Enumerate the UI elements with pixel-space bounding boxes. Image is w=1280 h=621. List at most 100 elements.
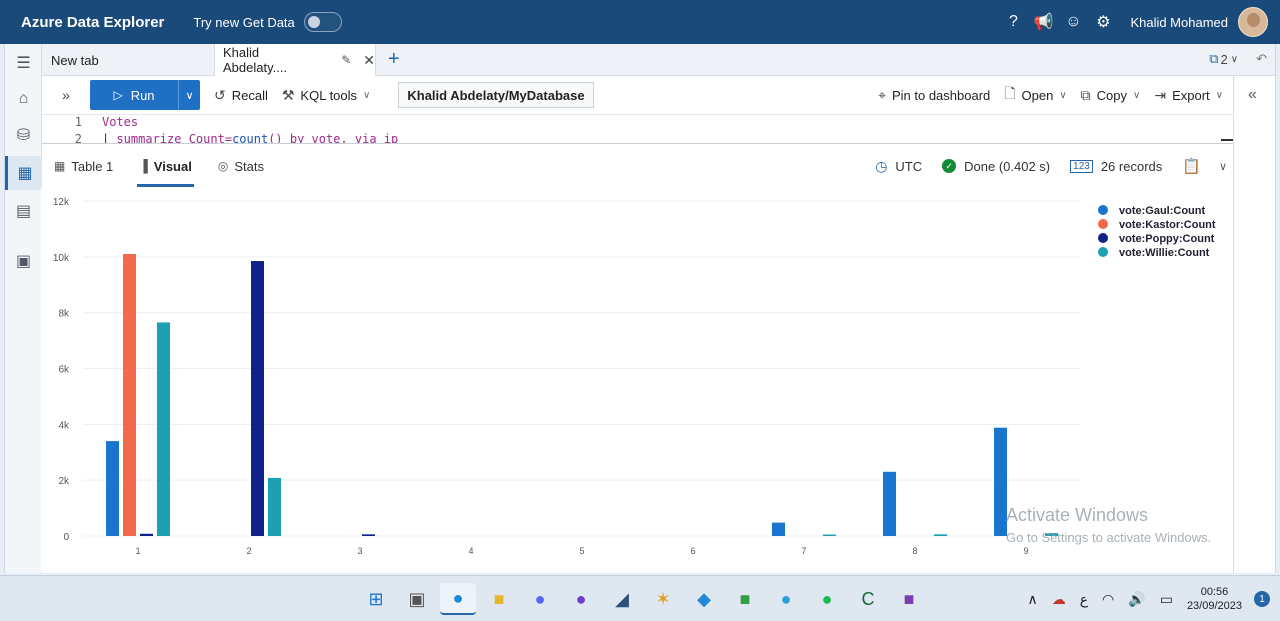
legend-label: vote:Poppy:Count bbox=[1119, 233, 1215, 245]
results-status: ◷ UTC ✓ Done (0.402 s) 123 26 records 📋 … bbox=[855, 145, 1227, 187]
open-button[interactable]: 🗋 Open ∨ bbox=[1004, 83, 1066, 107]
try-new-get-data-toggle[interactable] bbox=[303, 12, 342, 32]
tab-stats-label: Stats bbox=[234, 158, 264, 174]
add-tab-plus-icon[interactable]: + bbox=[388, 48, 400, 71]
github-icon[interactable]: ● bbox=[563, 583, 599, 615]
tab-stats[interactable]: ◎ Stats bbox=[218, 145, 264, 187]
tab-visual-label: Visual bbox=[153, 158, 192, 174]
x-tick-label: 8 bbox=[912, 546, 917, 556]
run-button[interactable]: ▷ Run bbox=[90, 80, 178, 110]
collapse-panel-icon[interactable]: « bbox=[1248, 86, 1257, 104]
windows-start-icon[interactable]: ⊞ bbox=[358, 583, 394, 615]
left-nav-rail: ☰ ⌂ ⛁ ▦ ▤ ▣ bbox=[5, 44, 42, 573]
timezone-selector[interactable]: ◷ UTC bbox=[875, 158, 922, 175]
undo-icon[interactable]: ↶ bbox=[1256, 51, 1267, 67]
collapse-results-button[interactable]: ∨ bbox=[1219, 160, 1227, 173]
y-tick-label: 10k bbox=[53, 253, 70, 264]
recall-button[interactable]: ↺ Recall bbox=[214, 87, 268, 104]
y-tick-label: 12k bbox=[53, 197, 70, 208]
camtasia-icon[interactable]: C bbox=[850, 583, 886, 615]
code-assign: Count= bbox=[181, 132, 233, 144]
help-icon[interactable]: ? bbox=[998, 13, 1028, 31]
chevron-double-down-icon: ∨ bbox=[1218, 160, 1227, 173]
announcement-icon[interactable]: 📢 bbox=[1028, 12, 1058, 32]
system-clock[interactable]: 00:56 23/09/2023 bbox=[1187, 585, 1242, 613]
vscode-icon[interactable]: ◆ bbox=[686, 583, 722, 615]
hamburger-menu-icon[interactable]: ☰ bbox=[5, 46, 42, 80]
feedback-icon[interactable]: ☺ bbox=[1058, 13, 1088, 31]
dashboards-icon[interactable]: ▤ bbox=[5, 194, 42, 228]
chevron-down-icon: ∨ bbox=[1059, 89, 1067, 101]
bar bbox=[268, 477, 281, 536]
editor-scrollbar[interactable] bbox=[1221, 139, 1233, 141]
spotify-icon[interactable]: ● bbox=[809, 583, 845, 615]
sql-tool-icon[interactable]: ◢ bbox=[604, 583, 640, 615]
y-tick-label: 8k bbox=[58, 309, 70, 320]
home-icon[interactable]: ⌂ bbox=[5, 82, 42, 116]
settings-gear-icon[interactable]: ⚙ bbox=[1088, 12, 1118, 32]
watermark-subtitle: Go to Settings to activate Windows. bbox=[1006, 530, 1212, 545]
x-tick-label: 7 bbox=[801, 546, 806, 556]
task-view-icon[interactable]: ▣ bbox=[399, 583, 435, 615]
stats-icon: ◎ bbox=[217, 159, 229, 173]
kql-tools-label: KQL tools bbox=[300, 87, 358, 103]
discord-icon[interactable]: ● bbox=[522, 583, 558, 615]
input-language[interactable]: ع bbox=[1080, 591, 1088, 608]
legend-marker bbox=[1098, 205, 1108, 215]
kql-tools-button[interactable]: ⚒ KQL tools ∨ bbox=[282, 87, 371, 104]
tab-copies-icon[interactable]: ⧉ bbox=[1209, 51, 1218, 67]
x-tick-label: 1 bbox=[135, 546, 140, 556]
tab-table-1[interactable]: ▦ Table 1 bbox=[54, 145, 113, 187]
visual-studio-icon[interactable]: ■ bbox=[891, 583, 927, 615]
chevron-up-icon[interactable]: ∧ bbox=[1027, 591, 1037, 608]
run-dropdown-button[interactable]: ∨ bbox=[178, 80, 200, 110]
query-editor[interactable]: 1 Votes 2 | summarize Count=count() by v… bbox=[42, 114, 1233, 144]
legend-label: vote:Kastor:Count bbox=[1119, 219, 1216, 231]
wifi-icon[interactable]: ◠ bbox=[1102, 591, 1114, 608]
paint-tool-icon[interactable]: ✶ bbox=[645, 583, 681, 615]
notification-badge[interactable]: 1 bbox=[1254, 591, 1270, 607]
vpn-status-icon[interactable]: ☁ bbox=[1052, 591, 1066, 608]
export-label: Export bbox=[1172, 87, 1210, 103]
tab-copies-count[interactable]: 2 bbox=[1221, 52, 1228, 67]
telegram-icon[interactable]: ● bbox=[768, 583, 804, 615]
database-selector[interactable]: Khalid Abdelaty/MyDatabase bbox=[398, 82, 594, 108]
export-button[interactable]: ⇥ Export ∨ bbox=[1154, 87, 1223, 104]
editor-line-2: 2 | summarize Count=count() by vote, via… bbox=[42, 132, 398, 144]
close-tab-icon[interactable]: ✕ bbox=[363, 52, 375, 69]
my-cluster-icon[interactable]: ▣ bbox=[5, 244, 42, 278]
x-tick-label: 4 bbox=[468, 546, 473, 556]
records-count: 123 26 records bbox=[1070, 159, 1162, 174]
user-name[interactable]: Khalid Mohamed bbox=[1130, 15, 1228, 30]
volume-icon[interactable]: 🔊 bbox=[1128, 591, 1145, 608]
chevron-down-icon[interactable]: ∨ bbox=[1231, 54, 1238, 65]
legend-label: vote:Gaul:Count bbox=[1119, 205, 1205, 217]
user-avatar[interactable] bbox=[1238, 7, 1268, 37]
expand-icon[interactable]: » bbox=[52, 87, 80, 103]
try-new-get-data-label: Try new Get Data bbox=[193, 14, 295, 30]
bar bbox=[823, 534, 836, 536]
rename-pencil-icon[interactable]: ✎ bbox=[341, 53, 351, 67]
legend-marker bbox=[1098, 233, 1108, 243]
video-app-icon[interactable]: ■ bbox=[727, 583, 763, 615]
chevron-down-icon: ∨ bbox=[1133, 89, 1141, 101]
x-tick-label: 3 bbox=[357, 546, 362, 556]
tab-visual[interactable]: ▐ Visual bbox=[137, 145, 194, 187]
bar bbox=[123, 254, 136, 536]
copy-button[interactable]: ⧉ Copy ∨ bbox=[1081, 87, 1141, 104]
kql-tools-icon: ⚒ bbox=[281, 86, 295, 103]
file-explorer-icon[interactable]: ■ bbox=[481, 583, 517, 615]
bar bbox=[934, 534, 947, 536]
check-icon: ✓ bbox=[942, 159, 957, 173]
tab-new-tab[interactable]: New tab bbox=[51, 44, 99, 76]
pin-icon: ⌖ bbox=[878, 86, 886, 103]
battery-icon[interactable]: ▭ bbox=[1160, 591, 1173, 608]
clipboard-button[interactable]: 📋 bbox=[1182, 157, 1201, 175]
query-icon[interactable]: ▦ bbox=[5, 156, 42, 190]
tab-active-query[interactable]: Khalid Abdelaty.... ✎ ✕ bbox=[214, 44, 376, 76]
data-icon[interactable]: ⛁ bbox=[5, 118, 42, 152]
pin-to-dashboard-button[interactable]: ⌖ Pin to dashboard bbox=[878, 87, 990, 104]
pin-label: Pin to dashboard bbox=[891, 87, 991, 103]
app-title[interactable]: Azure Data Explorer bbox=[21, 14, 164, 31]
edge-browser-icon[interactable]: ● bbox=[440, 583, 476, 615]
